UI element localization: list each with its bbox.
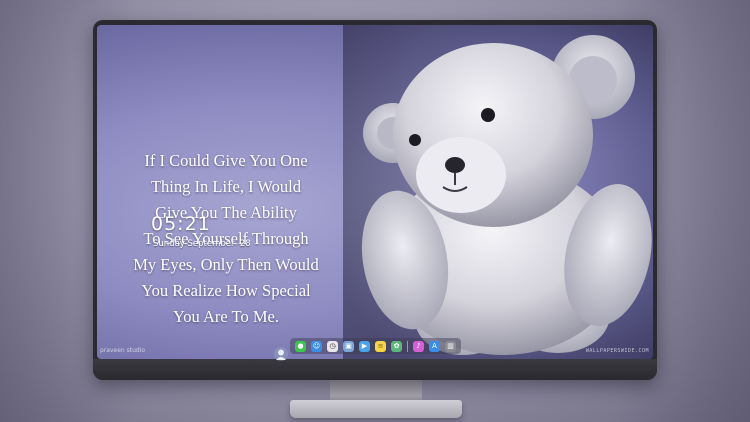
dock: ● ☺ ◷ ▣ ▶ ≡ ✿ ♪ A ▥ [290, 338, 461, 354]
clock-icon[interactable]: ◷ [327, 340, 338, 352]
trash-icon[interactable]: ▥ [445, 340, 456, 352]
brand-logo-icon [274, 347, 288, 361]
preview-icon[interactable]: ▣ [343, 340, 354, 352]
quote-line: If I Could Give You One [144, 151, 308, 170]
clock-time: 05:21 [151, 213, 211, 235]
monitor-stand-base [290, 400, 462, 418]
quote-line: Thing In Life, I Would [150, 177, 302, 196]
monitor: If I Could Give You One Thing In Life, I… [93, 20, 657, 380]
quote-line: My Eyes, Only Then Would [133, 255, 319, 274]
messages-icon[interactable]: ● [295, 340, 306, 352]
finder-icon[interactable]: ☺ [311, 340, 322, 352]
clock-date: Sunday September 28 [153, 239, 251, 249]
quote-line: You Are To Me. [173, 307, 279, 326]
notes-icon[interactable]: ≡ [375, 340, 386, 352]
itunes-icon[interactable]: ♪ [413, 340, 424, 352]
quote-line: You Realize How Special [141, 281, 311, 300]
desktop-screen: If I Could Give You One Thing In Life, I… [97, 25, 653, 359]
app-store-icon[interactable]: A [429, 340, 440, 352]
watermark-left: praveen studio [100, 347, 146, 354]
teddy-bear-wallpaper-image [343, 25, 653, 359]
monitor-bezel [93, 359, 657, 380]
dock-separator [407, 340, 408, 352]
video-icon[interactable]: ▶ [359, 340, 370, 352]
watermark-right: WALLPAPERSWIDE.COM [585, 348, 649, 354]
photos-icon[interactable]: ✿ [391, 340, 402, 352]
